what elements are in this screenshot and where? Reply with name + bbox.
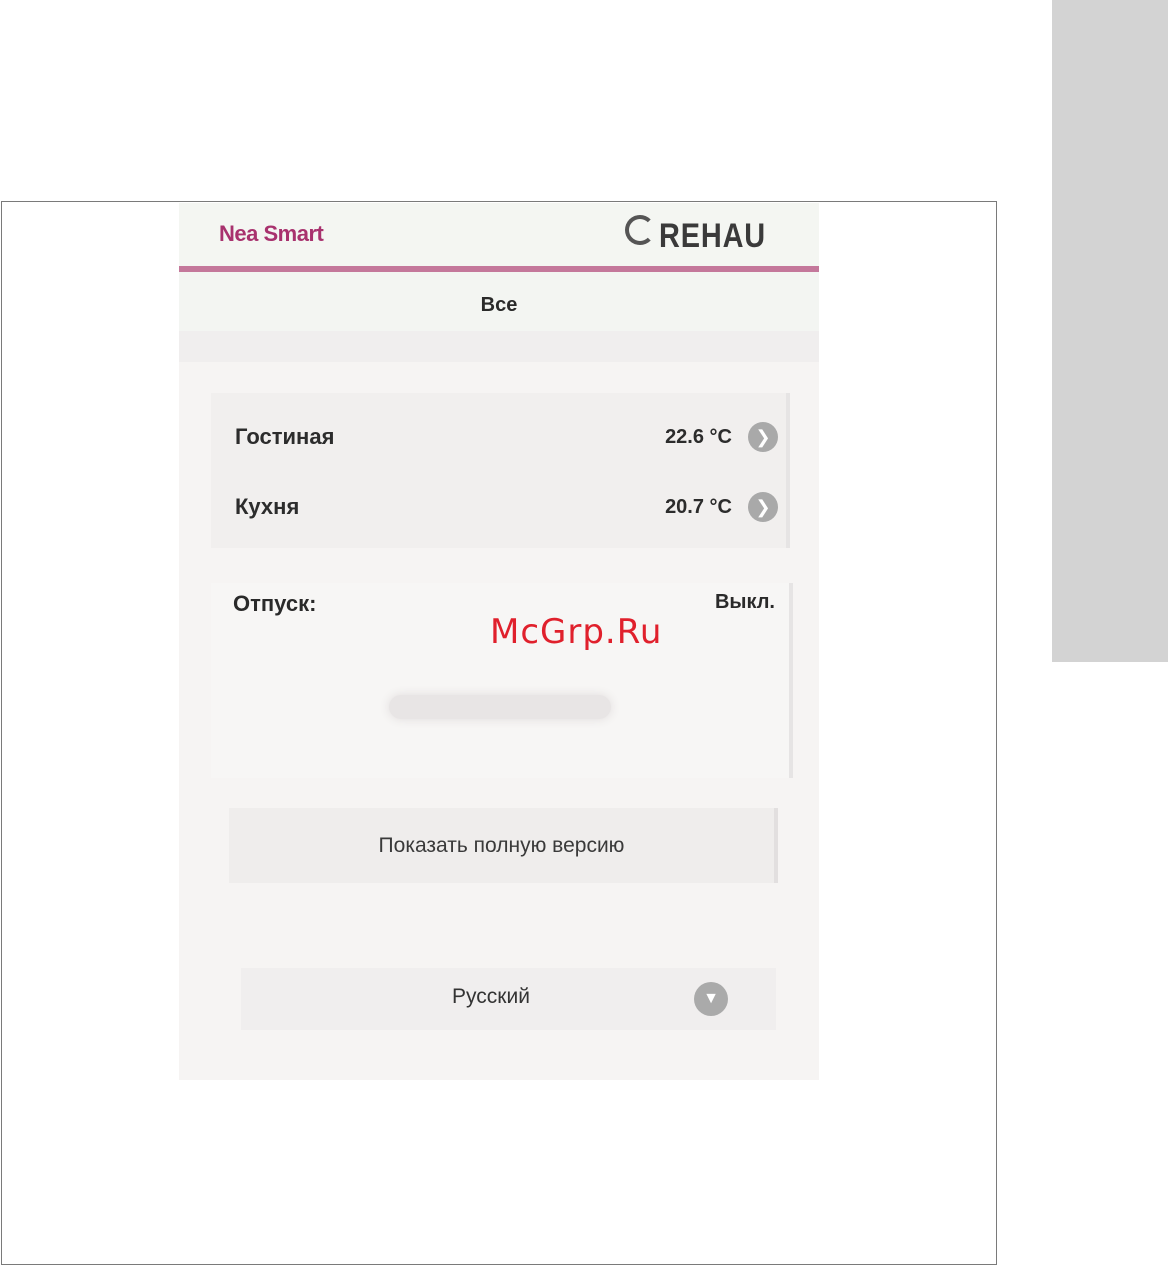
nav-bar: Все — [179, 272, 819, 362]
brand-title: Nea Smart — [219, 221, 324, 246]
chevron-down-icon[interactable]: ▼ — [694, 982, 728, 1016]
language-select[interactable]: Русский ▼ — [241, 968, 776, 1030]
vacation-label: Отпуск: — [233, 591, 317, 616]
chevron-right-icon[interactable]: ❯ — [748, 422, 778, 452]
nav-all-button[interactable]: Все — [179, 294, 819, 317]
room-temperature: 22.6 °C — [665, 425, 732, 448]
full-version-button[interactable]: Показать полную версию — [229, 808, 778, 883]
logo-text: REHAU — [659, 216, 767, 255]
room-temperature: 20.7 °C — [665, 495, 732, 518]
app-header: Nea Smart REHAU — [179, 203, 819, 266]
language-value: Русский — [452, 985, 530, 1008]
side-tab — [1052, 0, 1168, 662]
logo-arc-icon — [625, 215, 656, 245]
room-name: Кухня — [235, 494, 300, 519]
vacation-status: Выкл. — [714, 591, 775, 613]
room-name: Гостиная — [235, 424, 335, 449]
vacation-toggle[interactable] — [389, 695, 611, 719]
room-row-living[interactable]: Гостиная 22.6 °C ❯ — [211, 413, 786, 461]
rehau-logo: REHAU — [625, 211, 785, 261]
room-list: Гостиная 22.6 °C ❯ Кухня 20.7 °C ❯ — [211, 393, 790, 548]
watermark-text: McGrp.Ru — [490, 612, 663, 652]
nav-bar-bottom — [179, 331, 819, 362]
room-row-kitchen[interactable]: Кухня 20.7 °C ❯ — [211, 483, 786, 531]
chevron-right-icon[interactable]: ❯ — [748, 492, 778, 522]
